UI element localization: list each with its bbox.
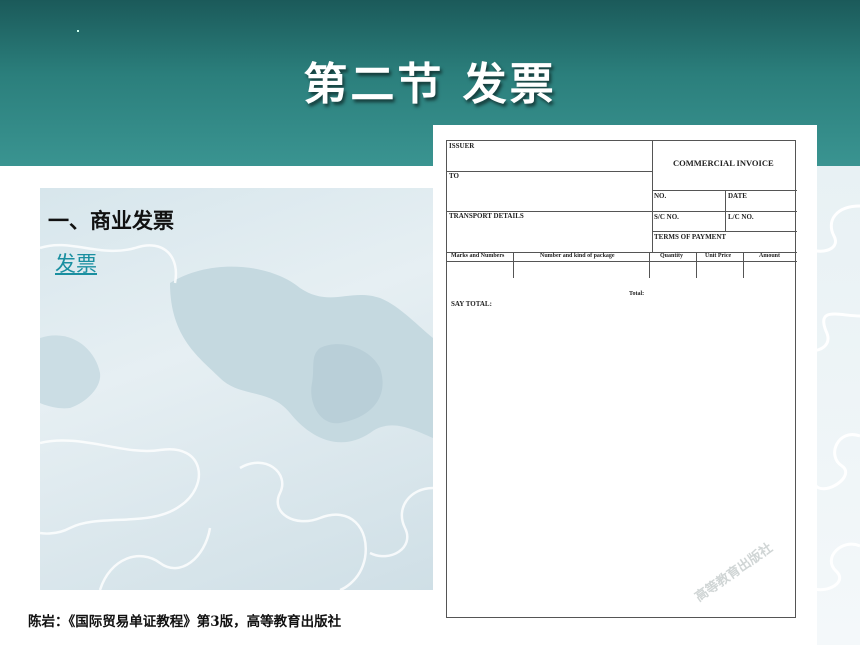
invoice-hyperlink[interactable]: 发票	[55, 248, 97, 278]
invoice-form-frame: ISSUER TO COMMERCIAL INVOICE NO. DATE TR…	[446, 140, 797, 618]
no-label: NO.	[654, 192, 667, 200]
column-header: Amount	[759, 253, 781, 259]
column-header: Quantity	[660, 253, 684, 259]
form-line	[652, 231, 797, 232]
form-line	[743, 252, 744, 278]
date-label: DATE	[728, 192, 747, 200]
issuer-label: ISSUER	[449, 142, 475, 150]
lc-no-label: L/C NO.	[728, 213, 754, 221]
total-label: Total:	[629, 291, 645, 297]
say-total-label: SAY TOTAL:	[451, 300, 492, 308]
form-line	[447, 261, 797, 262]
form-line	[652, 141, 653, 252]
terms-of-payment-label: TERMS OF PAYMENT	[654, 233, 727, 241]
sc-no-label: S/C NO.	[654, 213, 679, 221]
source-citation: 陈岩：《国际贸易单证教程》第3版，高等教育出版社	[28, 614, 342, 630]
form-line	[696, 252, 697, 278]
column-header: Number and kind of package	[540, 253, 615, 259]
column-header: Unit Price	[705, 253, 732, 259]
puzzle-world-map-image	[40, 188, 433, 590]
form-line	[649, 252, 650, 278]
form-line	[725, 190, 726, 231]
invoice-title: COMMERCIAL INVOICE	[673, 158, 774, 168]
form-line	[513, 252, 514, 278]
slide-title: 第二节 发票	[303, 59, 557, 110]
column-header: Marks and Numbers	[451, 253, 505, 259]
transport-details-label: TRANSPORT DETAILS	[449, 212, 524, 220]
decorative-dot	[77, 30, 79, 32]
to-label: TO	[449, 172, 459, 180]
form-line	[447, 171, 652, 172]
section-heading: 一、商业发票	[48, 209, 174, 233]
